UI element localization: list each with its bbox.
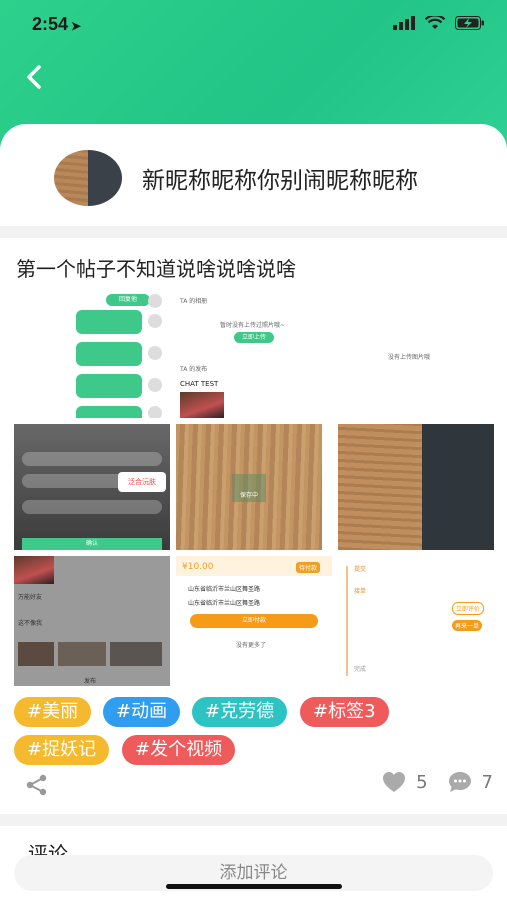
share-icon [26, 774, 47, 796]
address-2: 山东省临沂市兰山区舞圣路 [188, 600, 261, 607]
publish-label: 发布 [84, 678, 97, 685]
tag-chip[interactable]: #标签3 [300, 697, 389, 727]
post-image-6[interactable] [338, 424, 494, 550]
status-icons [393, 16, 485, 30]
profile-card: 新昵称昵称你别闹昵称昵称 [0, 124, 507, 226]
logo-badge: 泛合沅肤 [118, 472, 166, 492]
reorder-button: 再来一单 [452, 620, 483, 631]
item-title-2: 这不像我 [18, 620, 43, 627]
album-header: TA 的相册 [180, 298, 208, 305]
tag-chip[interactable]: #捉妖记 [14, 735, 110, 765]
share-button[interactable] [26, 774, 48, 800]
wifi-icon [425, 16, 445, 29]
post-image-3[interactable]: 没有上传图片哦 [338, 288, 494, 418]
chevron-left-icon [27, 65, 41, 89]
back-button[interactable] [20, 62, 50, 92]
post-image-2[interactable]: TA 的相册 暂时没有上传过照片哦~ 立即上传 TA 的发布 CHAT TEST [176, 288, 332, 418]
album-empty-text: 暂时没有上传过照片哦~ [220, 322, 286, 329]
post-image-4[interactable]: 泛合沅肤 确认 [14, 424, 170, 550]
order-status: 待付款 [296, 562, 321, 573]
pay-button: 立即付款 [190, 614, 318, 628]
rate-button: 立即评价 [452, 602, 485, 615]
post-image-7[interactable]: 万能好友 这不像我 发布 [14, 556, 170, 686]
post-stats: 5 7 [382, 771, 493, 793]
upload-button: 立即上传 [234, 332, 274, 343]
post-image-5[interactable]: 保存中 [176, 424, 322, 550]
home-indicator [166, 884, 342, 889]
location-arrow-icon: ➤ [71, 19, 82, 33]
tag-chip[interactable]: #美丽 [14, 697, 92, 727]
save-overlay: 保存中 [232, 474, 266, 502]
no-images-text: 没有上传图片哦 [388, 354, 431, 361]
timeline-step-3: 完成 [354, 666, 367, 673]
status-time: 2:54 ➤ [32, 14, 81, 35]
no-more-text: 没有更多了 [236, 642, 267, 649]
tag-chip[interactable]: #克劳德 [192, 697, 288, 727]
post-image-8[interactable]: ¥10.00 待付款 山东省临沂市兰山区舞圣路 山东省临沂市兰山区舞圣路 立即付… [176, 556, 332, 686]
user-nickname[interactable]: 新昵称昵称你别闹昵称昵称 [142, 161, 418, 195]
chat-test-label: CHAT TEST [180, 380, 219, 388]
post-title: 第一个帖子不知道说啥说啥说啥 [16, 257, 296, 281]
reply-tag: 回复他 [106, 294, 150, 306]
photo-thumbnail [180, 392, 224, 418]
signal-icon [393, 16, 415, 30]
battery-charging-icon [455, 16, 484, 30]
post-image-1[interactable]: 回复他 [14, 288, 170, 418]
item-title-1: 万能好友 [18, 594, 43, 601]
address-1: 山东省临沂市兰山区舞圣路 [188, 586, 261, 593]
post-image-9[interactable]: 提交 接单 立即评价 再来一单 完成 [338, 556, 494, 686]
timeline-step-2: 接单 [354, 588, 367, 595]
post-card: 第一个帖子不知道说啥说啥说啥 回复他 TA 的相册 暂时没有上传过照片哦~ 立即… [0, 238, 507, 814]
status-bar: 2:54 ➤ [0, 0, 507, 52]
order-price: ¥10.00 [182, 562, 214, 572]
timeline-step-1: 提交 [354, 566, 367, 573]
comment-count: 7 [481, 771, 493, 793]
tag-chip[interactable]: #发个视频 [122, 735, 236, 765]
heart-icon[interactable] [382, 771, 406, 793]
comment-bubble-icon[interactable] [448, 771, 472, 793]
like-count: 5 [416, 771, 428, 793]
posts-header: TA 的发布 [180, 366, 208, 373]
time-text: 2:54 [32, 14, 69, 34]
avatar[interactable] [54, 150, 122, 206]
confirm-bar: 确认 [22, 538, 162, 550]
tag-chip[interactable]: #动画 [103, 697, 181, 727]
